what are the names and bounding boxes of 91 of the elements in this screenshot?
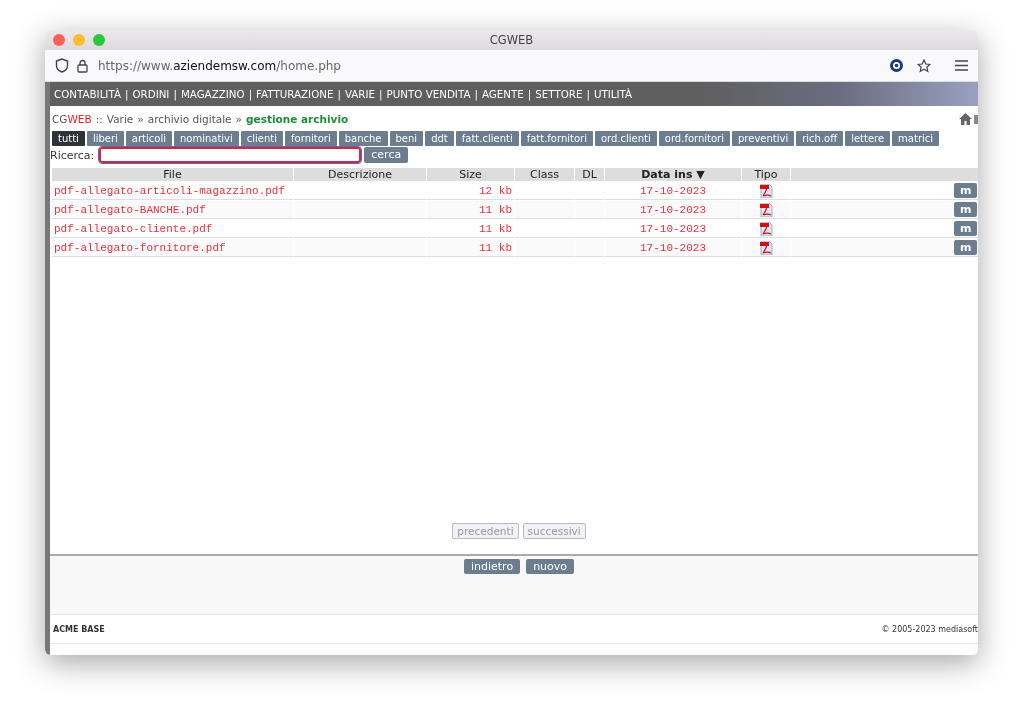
menu-item[interactable]: FATTURAZIONE	[256, 88, 334, 100]
tab[interactable]: clienti	[240, 131, 284, 146]
tab[interactable]: ddt	[425, 131, 454, 146]
breadcrumb-link[interactable]: archivio digitale	[147, 112, 232, 125]
table-cell: 11 kb	[427, 239, 514, 257]
menu-separator: |	[173, 88, 177, 100]
tab[interactable]: banche	[338, 131, 388, 146]
url-text[interactable]: https://www.aziendemsw.com/home.php	[98, 58, 341, 73]
menu-item[interactable]: VARIE	[344, 88, 376, 100]
home-icon[interactable]	[959, 112, 972, 125]
menu-separator: |	[124, 88, 129, 100]
menu-item[interactable]: MAGAZZINO	[180, 88, 245, 100]
menu-separator: |	[474, 88, 478, 100]
row-action-button[interactable]: m	[954, 240, 978, 255]
tab[interactable]: rich.off	[796, 131, 844, 146]
page-icon[interactable]	[974, 112, 978, 125]
column-header[interactable]: Descrizione	[294, 168, 426, 181]
pdf-file-icon	[759, 221, 773, 236]
menu-item[interactable]: AGENTE	[481, 88, 524, 100]
menu-separator: |	[248, 88, 253, 100]
breadcrumb-link[interactable]: Varie	[106, 112, 134, 125]
breadcrumb-separator: ::	[95, 112, 103, 125]
breadcrumb-separator: »	[235, 112, 242, 125]
table-cell	[575, 239, 604, 257]
column-header[interactable]: DL	[575, 168, 604, 181]
table-cell: 17-10-2023	[605, 182, 741, 200]
tab[interactable]: preventivi	[732, 131, 795, 146]
column-header[interactable]: Size	[427, 168, 514, 181]
brand-logo: CGWEB	[52, 112, 92, 125]
footer-brand: ACME BASE	[53, 624, 105, 634]
disabled-button: precedenti	[452, 523, 519, 539]
menu-item[interactable]: PUNTO VENDITA	[386, 88, 471, 100]
menu-separator: |	[586, 88, 590, 100]
address-bar[interactable]: https://www.aziendemsw.com/home.php	[45, 50, 978, 82]
table-cell: 17-10-2023	[605, 220, 741, 238]
table-cell: 17-10-2023	[605, 239, 741, 257]
menu-item[interactable]: UTILITÀ	[593, 88, 633, 100]
breadcrumb-current: gestione archivio	[246, 112, 349, 125]
tab[interactable]: nominativi	[173, 131, 239, 146]
tab[interactable]: articoli	[125, 131, 172, 146]
action-button[interactable]: indietro	[463, 559, 521, 574]
file-link[interactable]: pdf-allegato-fornitore.pdf	[52, 239, 293, 257]
menu-separator: |	[379, 88, 383, 100]
table-cell: 17-10-2023	[605, 201, 741, 219]
row-action-button[interactable]: m	[954, 183, 978, 198]
row-action-button[interactable]: m	[954, 202, 978, 217]
tab[interactable]: fatt.clienti	[455, 131, 519, 146]
shield-icon[interactable]	[55, 58, 69, 73]
search-button[interactable]: cerca	[364, 147, 409, 163]
tab[interactable]: ord.clienti	[594, 131, 657, 146]
star-icon[interactable]	[917, 58, 931, 73]
tab[interactable]: fatt.fornitori	[520, 131, 593, 146]
breadcrumb-separator: »	[137, 112, 144, 125]
tab[interactable]: ord.fornitori	[658, 131, 730, 146]
file-link[interactable]: pdf-allegato-cliente.pdf	[52, 220, 293, 238]
tab[interactable]: lettere	[845, 131, 891, 146]
pdf-file-icon	[759, 202, 773, 217]
table-cell: 11 kb	[427, 201, 514, 219]
file-link[interactable]: pdf-allegato-BANCHE.pdf	[52, 201, 293, 219]
extension-icon[interactable]	[890, 59, 903, 72]
search-field[interactable]	[99, 147, 362, 163]
menu-separator: |	[337, 88, 341, 100]
column-header[interactable]: File	[52, 168, 293, 181]
search-label: Ricerca:	[50, 148, 95, 162]
action-button[interactable]: nuovo	[526, 559, 575, 574]
pdf-file-icon	[759, 240, 773, 255]
tab[interactable]: beni	[389, 131, 424, 146]
tab[interactable]: matrici	[892, 131, 940, 146]
window-title: CGWEB	[489, 33, 534, 47]
menu-icon[interactable]	[955, 60, 968, 71]
menu-separator: |	[527, 88, 532, 100]
disabled-button: successivi	[522, 523, 586, 539]
pdf-file-icon	[759, 183, 773, 198]
copyright-text: © 2005-2023 mediasoft	[881, 624, 978, 634]
table-cell	[515, 239, 574, 257]
table-cell: 12 kb	[427, 182, 514, 200]
menu-item[interactable]: CONTABILITÀ	[54, 88, 121, 100]
tab[interactable]: tutti	[52, 131, 85, 146]
row-action-button[interactable]: m	[954, 221, 978, 236]
tab[interactable]: fornitori	[285, 131, 337, 146]
table-cell: 11 kb	[427, 220, 514, 238]
table-cell	[575, 201, 604, 219]
column-header[interactable]: Class	[515, 168, 574, 181]
menu-item[interactable]: SETTORE	[535, 88, 583, 100]
column-header[interactable]: Tipo	[742, 168, 790, 181]
tab[interactable]: liberi	[86, 131, 124, 146]
menu-item[interactable]: ORDINI	[132, 88, 170, 100]
column-header[interactable]: Data ins ▼	[605, 168, 741, 181]
lock-icon	[77, 58, 88, 73]
table-cell	[515, 201, 574, 219]
file-link[interactable]: pdf-allegato-articoli-magazzino.pdf	[52, 182, 293, 200]
